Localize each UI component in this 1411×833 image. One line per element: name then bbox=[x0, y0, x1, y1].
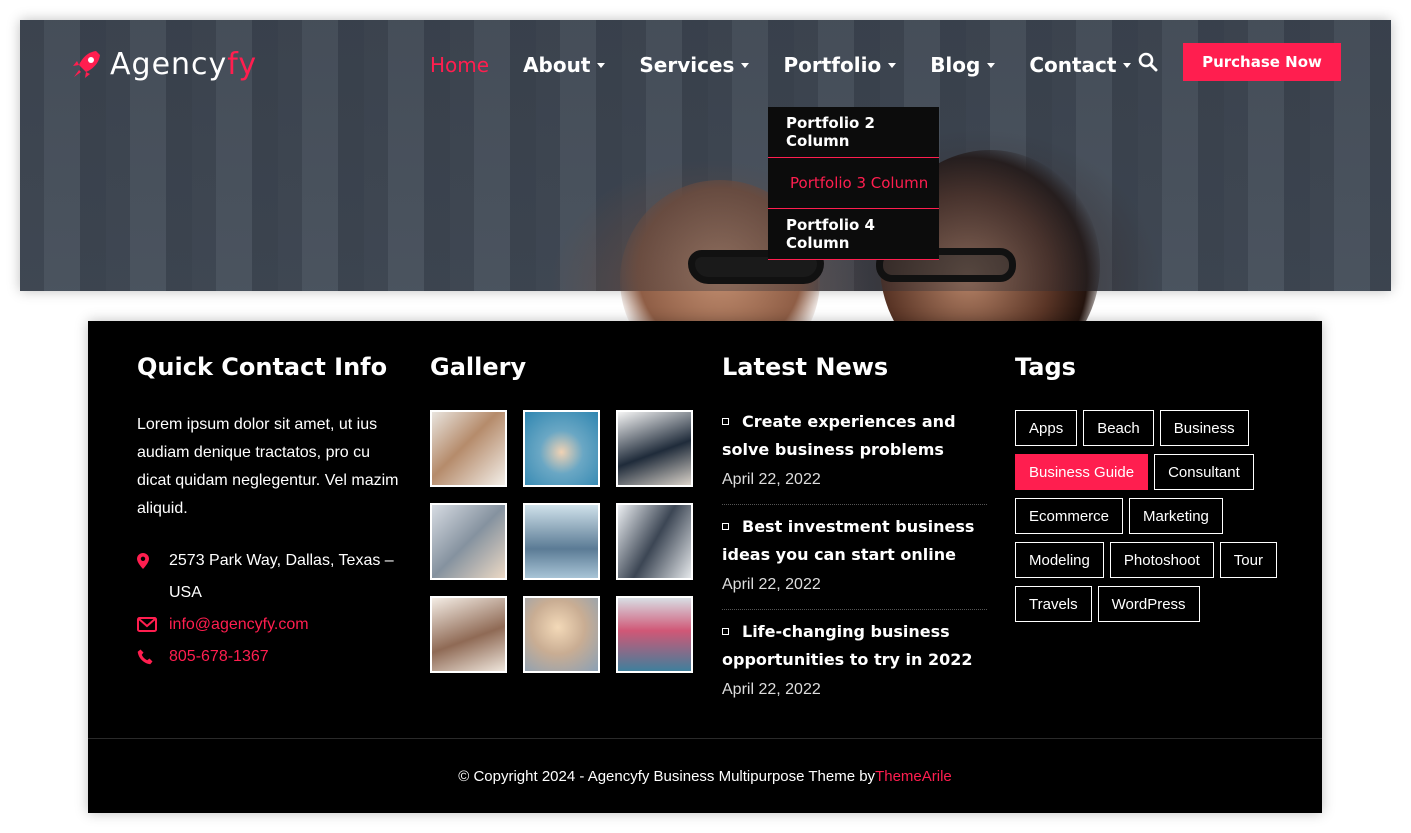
tag-modeling[interactable]: Modeling bbox=[1015, 542, 1104, 578]
dropdown-item-portfolio-3-column[interactable]: Portfolio 3 Column bbox=[768, 158, 939, 209]
phone-icon bbox=[137, 649, 153, 665]
contact-description: Lorem ipsum dolor sit amet, ut ius audia… bbox=[137, 416, 399, 517]
news-date: April 22, 2022 bbox=[722, 471, 821, 488]
contact-phone-link[interactable]: 805-678-1367 bbox=[137, 641, 402, 673]
news-list: Create experiences and solve business pr… bbox=[722, 408, 987, 714]
news-date: April 22, 2022 bbox=[722, 681, 821, 698]
themearile-link[interactable]: ThemeArile bbox=[875, 768, 952, 785]
gallery-thumbnail[interactable] bbox=[523, 503, 600, 580]
map-marker-icon bbox=[137, 553, 149, 569]
nav-item-about[interactable]: About bbox=[523, 50, 606, 80]
logo-text: Agencyfy bbox=[110, 46, 258, 82]
search-button[interactable] bbox=[1138, 52, 1162, 76]
news-date: April 22, 2022 bbox=[722, 576, 821, 593]
square-bullet-icon bbox=[722, 628, 729, 635]
square-bullet-icon bbox=[722, 523, 729, 530]
tag-wordpress[interactable]: WordPress bbox=[1097, 586, 1200, 622]
gallery-thumbnail[interactable] bbox=[616, 410, 693, 487]
tag-business-guide[interactable]: Business Guide bbox=[1015, 454, 1149, 490]
hero-header: Agencyfy Home About Services Portfolio B… bbox=[20, 20, 1391, 380]
tag-business[interactable]: Business bbox=[1159, 410, 1249, 446]
caret-down-icon bbox=[987, 62, 996, 68]
purchase-now-button[interactable]: Purchase Now bbox=[1183, 43, 1341, 81]
nav-item-blog[interactable]: Blog bbox=[930, 50, 996, 80]
tag-tour[interactable]: Tour bbox=[1219, 542, 1277, 578]
contact-address: 2573 Park Way, Dallas, Texas – USA bbox=[137, 545, 402, 609]
footer-tags-column: Tags Apps Beach Business Business Guide … bbox=[1015, 351, 1280, 622]
footer-contact-column: Quick Contact Info Lorem ipsum dolor sit… bbox=[137, 351, 402, 673]
caret-down-icon bbox=[741, 62, 750, 68]
news-item: Life-changing business opportunities to … bbox=[722, 618, 987, 714]
tag-beach[interactable]: Beach bbox=[1083, 410, 1154, 446]
portfolio-dropdown-menu: Portfolio 2 Column Portfolio 3 Column Po… bbox=[768, 107, 939, 260]
site-logo[interactable]: Agencyfy bbox=[70, 44, 257, 84]
dropdown-item-portfolio-4-column[interactable]: Portfolio 4 Column bbox=[768, 209, 939, 260]
footer-copyright-bar: © Copyright 2024 - Agencyfy Business Mul… bbox=[88, 738, 1322, 813]
news-title-link[interactable]: Best investment business ideas you can s… bbox=[722, 513, 987, 569]
caret-down-icon bbox=[597, 62, 606, 68]
footer-gallery-column: Gallery bbox=[430, 351, 695, 673]
gallery-thumbnail[interactable] bbox=[430, 410, 507, 487]
caret-down-icon bbox=[1123, 62, 1132, 68]
gallery-thumbnail[interactable] bbox=[430, 503, 507, 580]
gallery-thumbnail[interactable] bbox=[523, 410, 600, 487]
tag-ecommerce[interactable]: Ecommerce bbox=[1015, 498, 1124, 534]
news-heading: Latest News bbox=[722, 353, 889, 381]
gallery-heading: Gallery bbox=[430, 353, 527, 381]
copyright-text: © Copyright 2024 - Agencyfy Business Mul… bbox=[458, 767, 876, 785]
news-title-link[interactable]: Life-changing business opportunities to … bbox=[722, 618, 987, 674]
footer-news-column: Latest News Create experiences and solve… bbox=[722, 351, 987, 722]
tag-photoshoot[interactable]: Photoshoot bbox=[1109, 542, 1214, 578]
gallery-thumbnail[interactable] bbox=[523, 596, 600, 673]
nav-item-home[interactable]: Home bbox=[430, 50, 489, 80]
contact-heading: Quick Contact Info bbox=[137, 353, 388, 381]
contact-email-link[interactable]: info@agencyfy.com bbox=[137, 609, 402, 641]
square-bullet-icon bbox=[722, 418, 729, 425]
nav-item-portfolio[interactable]: Portfolio bbox=[783, 50, 897, 80]
site-footer: Quick Contact Info Lorem ipsum dolor sit… bbox=[88, 321, 1322, 813]
nav-item-services[interactable]: Services bbox=[639, 50, 750, 80]
gallery-grid bbox=[430, 410, 695, 673]
tag-cloud: Apps Beach Business Business Guide Consu… bbox=[1015, 410, 1280, 622]
news-title-link[interactable]: Create experiences and solve business pr… bbox=[722, 408, 987, 464]
tag-marketing[interactable]: Marketing bbox=[1129, 498, 1223, 534]
tags-heading: Tags bbox=[1015, 353, 1076, 381]
caret-down-icon bbox=[888, 62, 897, 68]
nav-item-contact[interactable]: Contact bbox=[1029, 50, 1132, 80]
tag-consultant[interactable]: Consultant bbox=[1154, 454, 1254, 490]
search-icon bbox=[1138, 52, 1158, 72]
tag-travels[interactable]: Travels bbox=[1015, 586, 1092, 622]
envelope-icon bbox=[137, 617, 157, 632]
news-item: Create experiences and solve business pr… bbox=[722, 408, 987, 505]
main-nav: Home About Services Portfolio Blog Conta… bbox=[430, 50, 1165, 80]
rocket-icon bbox=[73, 51, 100, 78]
gallery-thumbnail[interactable] bbox=[430, 596, 507, 673]
gallery-thumbnail[interactable] bbox=[616, 596, 693, 673]
tag-apps[interactable]: Apps bbox=[1015, 410, 1078, 446]
gallery-thumbnail[interactable] bbox=[616, 503, 693, 580]
dropdown-item-portfolio-2-column[interactable]: Portfolio 2 Column bbox=[768, 107, 939, 158]
news-item: Best investment business ideas you can s… bbox=[722, 513, 987, 610]
